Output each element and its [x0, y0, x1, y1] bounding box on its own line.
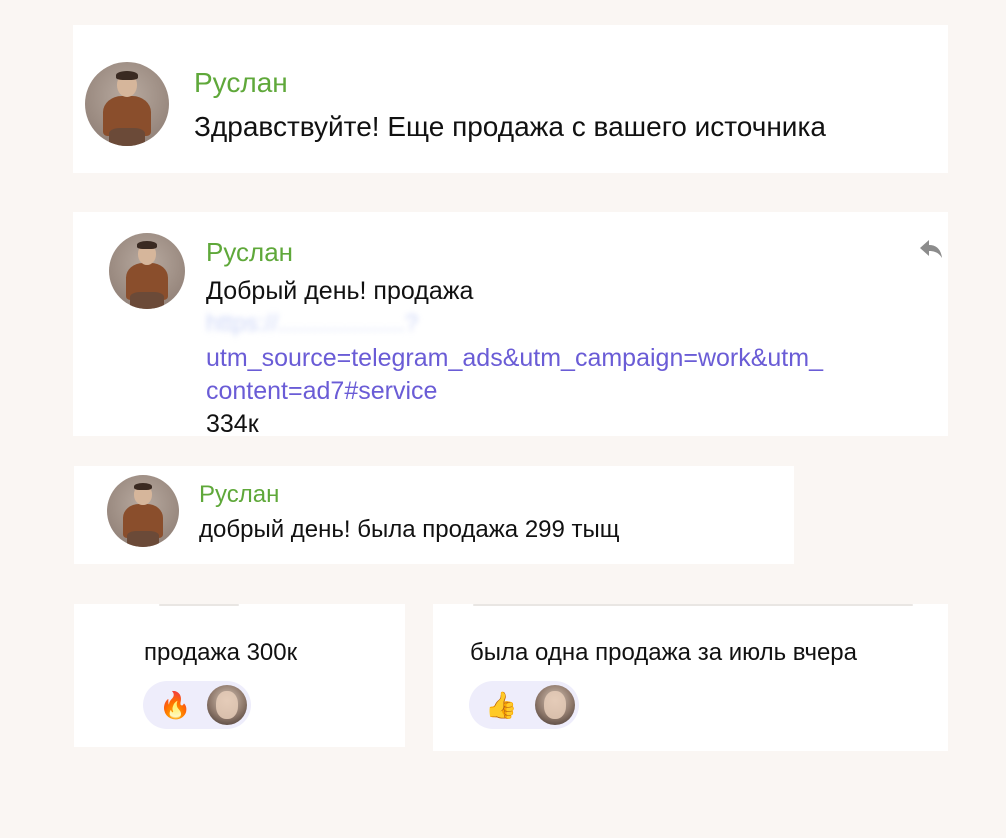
message-author[interactable]: Руслан [206, 237, 293, 268]
divider [473, 604, 913, 606]
fire-emoji-icon: 🔥 [159, 691, 192, 721]
avatar[interactable] [107, 475, 179, 547]
message-card-1[interactable]: Руслан Здравствуйте! Еще продажа с вашег… [73, 25, 948, 173]
reactor-avatar [207, 685, 247, 725]
avatar[interactable] [109, 233, 185, 309]
message-text: Добрый день! продажа [206, 277, 474, 305]
message-text: Здравствуйте! Еще продажа с вашего источ… [194, 111, 826, 142]
reactor-avatar [535, 685, 575, 725]
message-link-continued[interactable]: content=ad7#service [206, 377, 437, 406]
message-amount: 334к [206, 410, 259, 436]
message-card-2[interactable]: Руслан Добрый день! продажа https://....… [73, 212, 948, 436]
reply-arrow-icon[interactable] [918, 238, 944, 260]
reaction-chip[interactable]: 👍 [469, 681, 579, 729]
message-card-3[interactable]: Руслан добрый день! была продажа 299 тыщ [74, 466, 794, 564]
avatar[interactable] [85, 62, 169, 146]
link-hidden-part[interactable]: https://...................? [206, 310, 418, 338]
message-text: была одна продажа за июль вчера [470, 639, 857, 666]
thumbs-up-emoji-icon: 👍 [485, 691, 518, 721]
message-author[interactable]: Руслан [194, 67, 288, 99]
message-text: продажа 300к [144, 639, 298, 666]
reaction-card-1[interactable]: продажа 300к 🔥 [74, 604, 405, 747]
reaction-card-2[interactable]: была одна продажа за июль вчера 👍 [433, 604, 948, 751]
message-author[interactable]: Руслан [199, 481, 279, 509]
divider [159, 604, 239, 606]
reaction-chip[interactable]: 🔥 [143, 681, 251, 729]
message-link[interactable]: utm_source=telegram_ads&utm_campaign=wor… [206, 344, 823, 373]
message-text: добрый день! была продажа 299 тыщ [199, 516, 620, 543]
